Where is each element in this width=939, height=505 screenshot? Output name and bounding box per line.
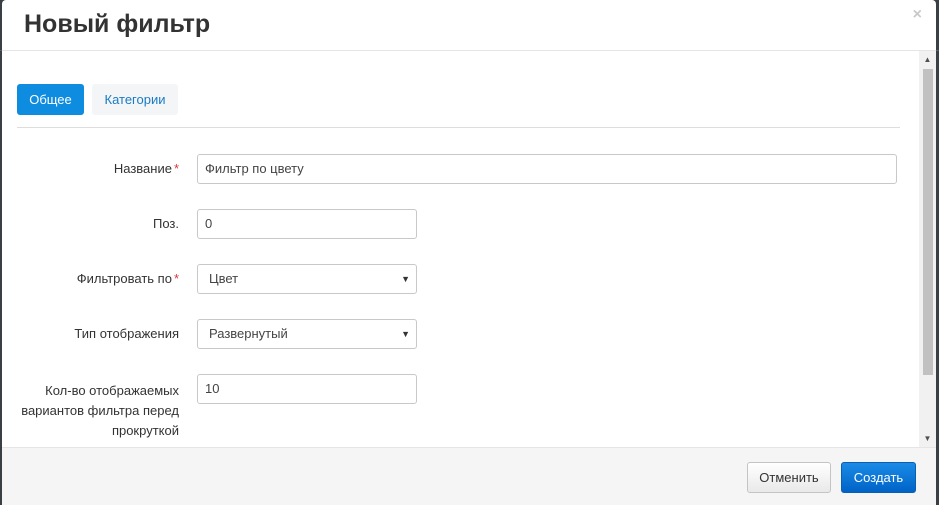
position-label: Поз.: [153, 216, 179, 231]
chevron-down-icon: ▼: [401, 329, 410, 339]
visible-count-label-line-2: вариантов фильтра перед: [21, 403, 179, 418]
visible-count-label-line-1: Кол-во отображаемых: [45, 383, 179, 398]
display-type-select[interactable]: Развернутый ▼: [197, 319, 417, 349]
name-label: Название *: [114, 161, 179, 176]
scroll-up-icon[interactable]: ▲: [919, 51, 936, 68]
visible-count-label: Кол-во отображаемых вариантов фильтра пе…: [21, 381, 179, 441]
name-label-text: Название: [113, 161, 172, 176]
visible-count-input[interactable]: 10: [197, 374, 417, 404]
filter-by-label-text: Фильтровать по: [76, 271, 172, 286]
filter-by-select[interactable]: Цвет ▼: [197, 264, 417, 294]
tab-divider: [17, 127, 900, 128]
required-asterisk: *: [173, 161, 179, 176]
visible-count-label-line-3: прокруткой: [111, 423, 179, 438]
name-input[interactable]: Фильтр по цвету: [197, 154, 897, 184]
create-button[interactable]: Создать: [841, 462, 916, 493]
scroll-down-icon[interactable]: ▼: [919, 430, 936, 447]
tab-general[interactable]: Общее: [17, 84, 84, 115]
display-type-value: Развернутый: [209, 326, 288, 341]
dialog-body: Общее Категории Название * Фильтр по цвет…: [2, 51, 936, 447]
dialog-title: Новый фильтр: [24, 10, 211, 38]
chevron-down-icon: ▼: [401, 274, 410, 284]
cancel-button[interactable]: Отменить: [747, 462, 831, 493]
new-filter-dialog: Новый фильтр × Общее Категории Название *…: [2, 0, 936, 505]
tab-categories[interactable]: Категории: [92, 84, 178, 115]
dialog-header: Новый фильтр ×: [2, 0, 936, 51]
scrollbar-thumb[interactable]: [923, 69, 933, 375]
position-input[interactable]: 0: [197, 209, 417, 239]
body-scrollbar[interactable]: ▲ ▼: [919, 51, 936, 447]
filter-by-label: Фильтровать по *: [77, 271, 179, 286]
dialog-footer: Отменить Создать: [2, 447, 936, 505]
close-icon[interactable]: ×: [913, 6, 922, 24]
filter-by-value: Цвет: [209, 271, 239, 286]
display-type-label: Тип отображения: [74, 326, 179, 341]
required-asterisk: *: [173, 271, 179, 286]
